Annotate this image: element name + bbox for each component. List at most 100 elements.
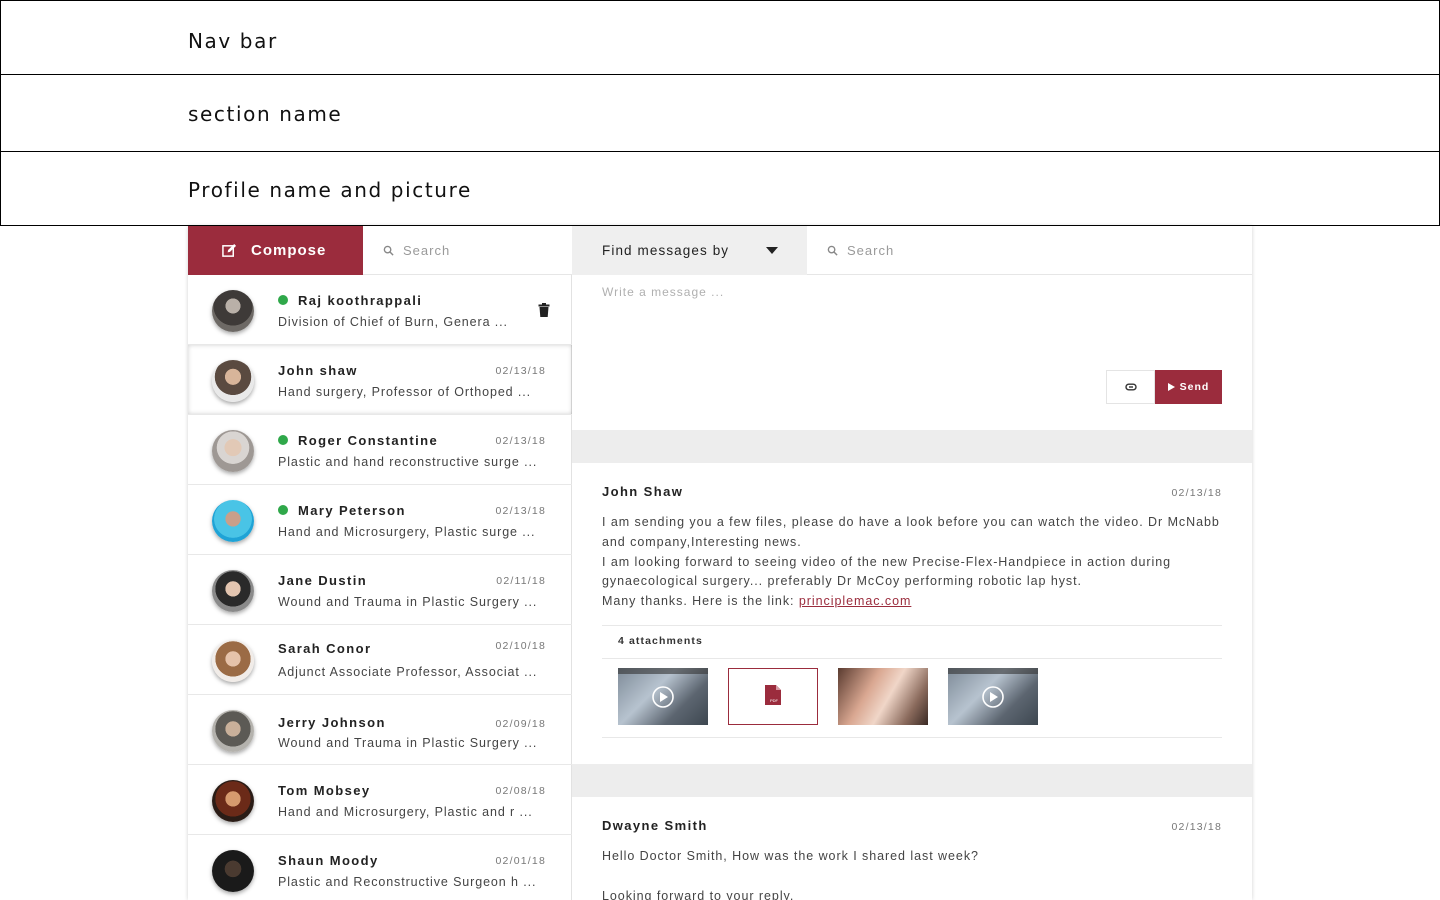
message-card: Dwayne Smith 02/13/18 Hello Doctor Smith… <box>572 797 1252 900</box>
search-icon <box>383 245 394 256</box>
contact-item[interactable]: Tom Mobsey 02/08/18 Hand and Microsurger… <box>188 765 572 835</box>
avatar <box>212 360 254 402</box>
contact-name: Jane Dustin <box>278 573 368 588</box>
contact-item[interactable]: Raj koothrappali Division of Chief of Bu… <box>188 275 572 345</box>
contact-description: Hand surgery, Professor of Orthoped ... <box>278 385 532 399</box>
message-body: I am sending you a few files, please do … <box>602 513 1222 612</box>
message-line-text: Many thanks. Here is the link: <box>602 594 799 609</box>
messages-search-input[interactable]: Search <box>807 226 1252 275</box>
online-indicator <box>278 505 288 515</box>
contact-item[interactable]: Shaun Moody 02/01/18 Plastic and Reconst… <box>188 835 572 900</box>
contact-name: Sarah Conor <box>278 641 372 656</box>
message-line: Looking forward to your reply. <box>602 888 795 900</box>
contact-date: 02/08/18 <box>495 785 546 797</box>
contact-item[interactable]: Mary Peterson 02/13/18 Hand and Microsur… <box>188 485 572 555</box>
message-composer[interactable]: Write a message ... <box>572 275 1252 430</box>
image-thumbnail[interactable] <box>838 668 928 725</box>
contact-description: Division of Chief of Burn, Genera ... <box>278 315 508 329</box>
contact-date: 02/01/18 <box>495 855 546 867</box>
find-messages-label: Find messages by <box>602 243 730 258</box>
contact-name: Tom Mobsey <box>278 783 371 798</box>
compose-label: Compose <box>251 242 327 259</box>
avatar <box>212 710 254 752</box>
pdf-attachment[interactable]: PDF <box>728 668 818 725</box>
send-icon <box>1167 383 1175 391</box>
attachments-count: 4 attachments <box>618 635 703 647</box>
chevron-down-icon <box>766 247 778 254</box>
contact-description: Adjunct Associate Professor, Associat ..… <box>278 665 538 679</box>
message-separator <box>572 764 1252 797</box>
message-line: I am sending you a few files, please do … <box>602 515 1220 549</box>
attach-button[interactable] <box>1106 370 1155 404</box>
video-thumbnail[interactable] <box>618 668 708 725</box>
contact-name: Raj koothrappali <box>298 293 423 308</box>
pdf-file-icon <box>765 685 781 705</box>
send-button[interactable]: Send <box>1155 370 1222 404</box>
contacts-search-placeholder: Search <box>403 242 451 258</box>
edit-icon <box>222 243 237 257</box>
contact-item[interactable]: Jane Dustin 02/11/18 Wound and Trauma in… <box>188 555 572 625</box>
avatar <box>212 430 254 472</box>
contact-date: 02/11/18 <box>496 575 546 587</box>
send-label: Send <box>1179 381 1210 393</box>
avatar <box>212 640 254 682</box>
contact-item[interactable]: John shaw 02/13/18 Hand surgery, Profess… <box>188 345 572 415</box>
contact-name: John shaw <box>278 363 358 378</box>
message-body: Hello Doctor Smith, How was the work I s… <box>602 847 1222 900</box>
play-icon <box>948 668 1038 708</box>
message-input-placeholder: Write a message ... <box>602 285 725 299</box>
online-indicator <box>278 295 288 305</box>
contact-name: Jerry Johnson <box>278 715 386 730</box>
contacts-search-input[interactable]: Search <box>363 226 572 275</box>
divider <box>602 737 1222 738</box>
trash-icon[interactable] <box>538 303 550 317</box>
contact-name: Shaun Moody <box>278 853 379 868</box>
pdf-label: PDF <box>770 698 778 703</box>
nav-bar-label: Nav bar <box>188 29 278 53</box>
contact-item[interactable]: Roger Constantine 02/13/18 Plastic and h… <box>188 415 572 485</box>
message-line: Many thanks. Here is the link: principle… <box>602 592 1222 612</box>
avatar <box>212 290 254 332</box>
message-link[interactable]: principlemac.com <box>799 594 911 608</box>
profile-label: Profile name and picture <box>188 178 472 202</box>
message-sender: John Shaw <box>602 484 684 499</box>
message-sender: Dwayne Smith <box>602 818 708 833</box>
message-card: John Shaw 02/13/18 I am sending you a fe… <box>572 463 1252 764</box>
online-indicator <box>278 435 288 445</box>
avatar <box>212 570 254 612</box>
contact-item[interactable]: Jerry Johnson 02/09/18 Wound and Trauma … <box>188 695 572 765</box>
message-date: 02/13/18 <box>1171 487 1222 499</box>
video-thumbnail[interactable] <box>948 668 1038 725</box>
search-icon <box>827 245 838 256</box>
contact-date: 02/13/18 <box>495 365 546 377</box>
compose-button[interactable]: Compose <box>188 226 363 275</box>
contact-name: Mary Peterson <box>298 503 406 518</box>
contact-description: Plastic and hand reconstructive surge ..… <box>278 455 538 469</box>
contact-date: 02/13/18 <box>495 505 546 517</box>
message-separator <box>572 430 1252 463</box>
find-messages-dropdown[interactable]: Find messages by <box>572 226 807 275</box>
profile-placeholder: Profile name and picture <box>0 151 1440 226</box>
contact-description: Wound and Trauma in Plastic Surgery ... <box>278 595 538 609</box>
message-line: I am looking forward to seeing video of … <box>602 554 1172 589</box>
contact-description: Plastic and Reconstructive Surgeon h ... <box>278 875 537 889</box>
avatar <box>212 500 254 542</box>
contact-date: 02/13/18 <box>495 435 546 447</box>
nav-bar-placeholder: Nav bar <box>0 0 1440 75</box>
message-line: Hello Doctor Smith, How was the work I s… <box>602 849 979 863</box>
contact-date: 02/09/18 <box>495 718 546 730</box>
section-name-placeholder: section name <box>0 74 1440 152</box>
messages-search-placeholder: Search <box>847 242 895 258</box>
contact-date: 02/10/18 <box>495 640 546 652</box>
play-icon <box>618 668 708 708</box>
messaging-app: Compose Search Find messages by Search R… <box>188 226 1252 900</box>
avatar <box>212 850 254 892</box>
attachments-list: PDF <box>618 668 1218 725</box>
divider <box>602 658 1222 659</box>
contact-description: Wound and Trauma in Plastic Surgery ... <box>278 736 538 750</box>
message-date: 02/13/18 <box>1171 821 1222 833</box>
contact-list: Raj koothrappali Division of Chief of Bu… <box>188 275 572 900</box>
section-name-label: section name <box>188 102 343 126</box>
paperclip-icon <box>1124 383 1137 391</box>
contact-item[interactable]: Sarah Conor 02/10/18 Adjunct Associate P… <box>188 625 572 695</box>
